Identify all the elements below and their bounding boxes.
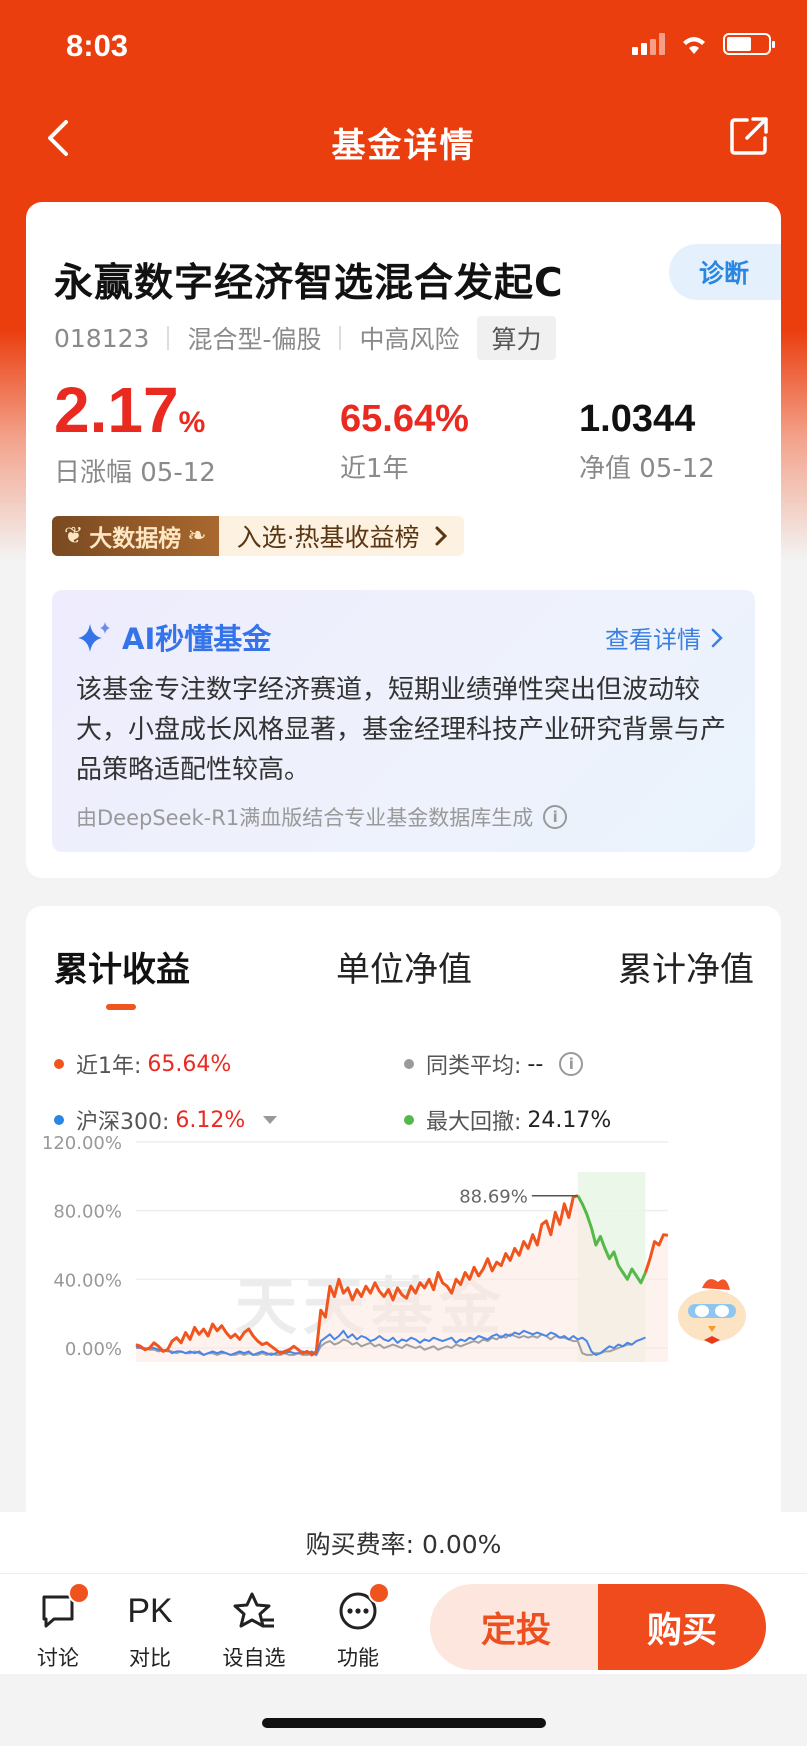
fund-code: 018123 <box>54 323 150 353</box>
y-tick-label: 0.00% <box>65 1339 122 1360</box>
return-chart[interactable]: 120.00%80.00%40.00%0.00%天天基金88.69% <box>26 1126 781 1526</box>
legend-fund: 近1年: 65.64% <box>54 1048 231 1080</box>
signal-icon <box>632 33 665 55</box>
tab-cumulative-nav[interactable]: 累计净值 <box>618 942 754 1022</box>
year-return-stat: 65.64% 近1年 <box>340 378 469 485</box>
year-return-label: 近1年 <box>340 454 409 484</box>
buy-button[interactable]: 购买 <box>598 1584 766 1670</box>
purchase-fee: 购买费率: 0.00% <box>0 1512 807 1574</box>
divider <box>339 326 342 350</box>
pk-icon: PK <box>127 1591 173 1630</box>
daily-change-value: 2.17% <box>54 374 206 446</box>
legend-dot <box>54 1059 64 1069</box>
tab-unit-nav[interactable]: 单位净值 <box>336 942 472 1022</box>
ai-source: 由DeepSeek-R1满血版结合专业基金数据库生成 i <box>76 802 568 832</box>
tab-cumulative-return[interactable]: 累计收益 <box>54 942 190 1022</box>
chevron-right-icon <box>711 628 723 647</box>
status-time: 8:03 <box>66 28 129 63</box>
y-tick-label: 80.00% <box>53 1202 122 1223</box>
nav-value: 1.0344 <box>579 398 696 440</box>
star-icon <box>233 1592 274 1628</box>
laurel-icon: ❦ <box>64 523 84 549</box>
status-bar: 8:03 <box>0 0 807 96</box>
chevron-right-icon <box>435 526 447 546</box>
divider <box>167 326 170 350</box>
functions-button[interactable]: 功能 <box>318 1582 398 1672</box>
nav-stat: 1.0344 净值 05-12 <box>579 378 715 485</box>
nav-label: 净值 05-12 <box>579 454 715 484</box>
fund-name: 永赢数字经济智选混合发起C <box>54 261 564 306</box>
rank-banner[interactable]: ❦ 大数据榜 ❧ 入选·热基收益榜 <box>52 516 464 556</box>
chart-tabs: 累计收益 单位净值 累计净值 <box>54 942 754 1022</box>
fund-risk: 中高风险 <box>359 325 460 354</box>
share-icon[interactable] <box>727 114 771 158</box>
fund-card: 永赢数字经济智选混合发起C 诊断 018123 混合型-偏股 中高风险 算力 2… <box>26 202 781 878</box>
daily-change-stat: 2.17% 日涨幅 05-12 <box>54 378 216 489</box>
info-icon[interactable]: i <box>559 1052 584 1076</box>
notification-dot <box>368 1582 390 1604</box>
performance-card: 累计收益 单位净值 累计净值 近1年: 65.64% 同类平均: -- i 沪深30… <box>26 906 781 1526</box>
page-title: 基金详情 <box>331 126 476 166</box>
y-tick-label: 120.00% <box>42 1133 122 1154</box>
legend-dot <box>404 1059 414 1069</box>
compare-button[interactable]: PK 对比 <box>110 1588 190 1672</box>
legend-dot <box>404 1115 414 1125</box>
fund-tag[interactable]: 算力 <box>477 316 556 360</box>
wifi-icon <box>683 37 705 54</box>
home-indicator <box>262 1718 546 1728</box>
rank-text: 入选·热基收益榜 <box>218 516 464 556</box>
fund-meta: 018123 混合型-偏股 中高风险 算力 <box>54 316 556 360</box>
sparkle-icon <box>78 622 110 652</box>
legend-peer-average: 同类平均: -- i <box>404 1048 584 1080</box>
ai-view-details-link[interactable]: 查看详情 <box>605 620 723 655</box>
status-icons <box>632 32 775 56</box>
laurel-icon: ❧ <box>187 523 207 549</box>
peak-label: 88.69% <box>459 1187 528 1208</box>
ai-description: 该基金专注数字经济赛道，短期业绩弹性突出但波动较大，小盘成长风格显著，基金经理科… <box>76 675 727 785</box>
discuss-button[interactable]: 讨论 <box>18 1582 98 1672</box>
fixed-investment-button[interactable]: 定投 <box>430 1584 602 1670</box>
caret-down-icon[interactable] <box>263 1116 278 1124</box>
notification-dot <box>68 1582 90 1604</box>
ai-summary-box: AI秒懂基金 查看详情 该基金专注数字经济赛道，短期业绩弹性突出但波动较大，小盘… <box>52 590 755 852</box>
nav-bar: 基金详情 <box>0 100 807 180</box>
daily-change-label: 日涨幅 05-12 <box>54 458 216 488</box>
battery-icon <box>723 33 775 55</box>
info-icon[interactable]: i <box>543 805 568 829</box>
year-return-value: 65.64% <box>340 398 469 440</box>
fund-type: 混合型-偏股 <box>187 325 322 354</box>
legend-dot <box>54 1115 64 1125</box>
mascot-icon[interactable] <box>678 1279 746 1344</box>
y-tick-label: 40.00% <box>53 1270 122 1291</box>
ai-title: AI秒懂基金 <box>76 616 271 658</box>
rank-badge: ❦ 大数据榜 ❧ <box>52 516 219 556</box>
diagnose-button[interactable]: 诊断 <box>669 244 781 300</box>
add-watchlist-button[interactable]: 设自选 <box>214 1588 294 1672</box>
